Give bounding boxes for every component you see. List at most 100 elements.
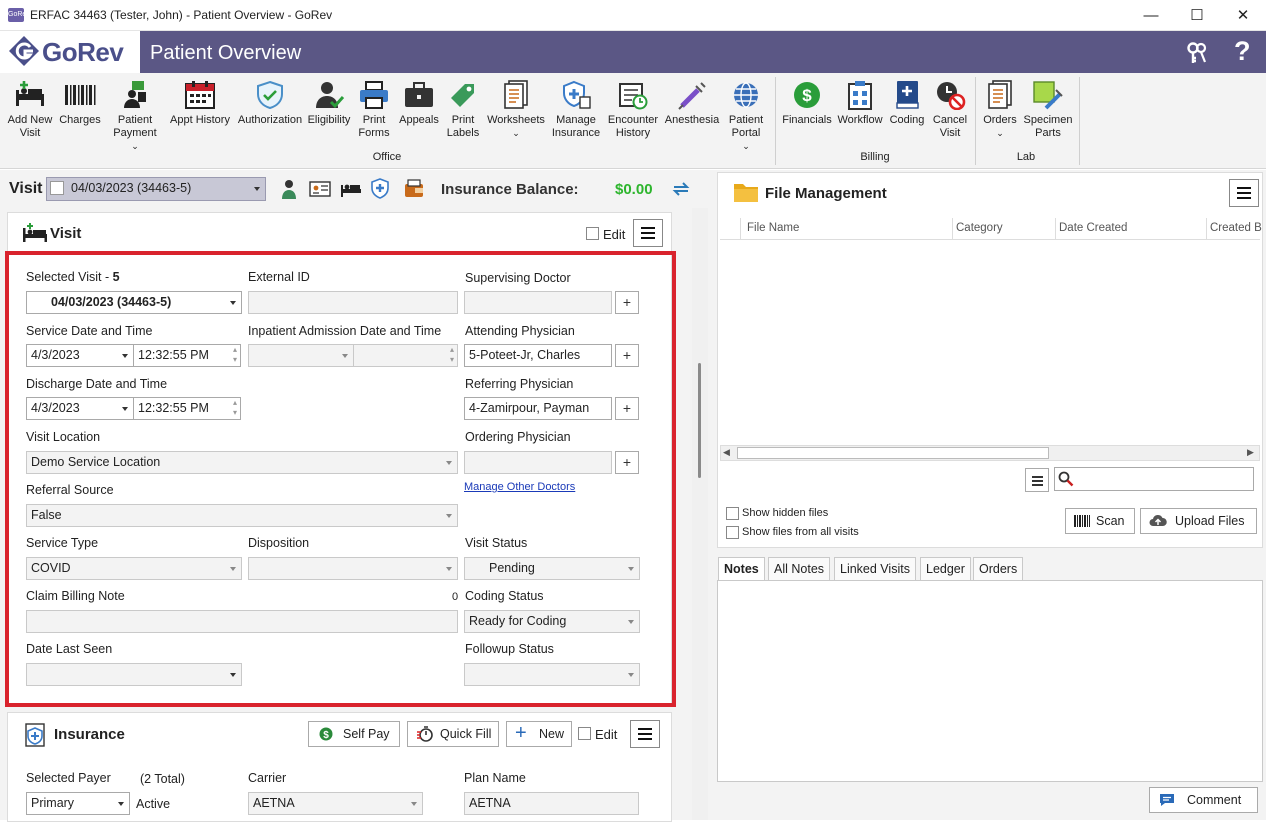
insurance-panel-title: Insurance <box>54 726 125 743</box>
tab-linked-visits[interactable]: Linked Visits <box>834 557 916 580</box>
manage-insurance-button[interactable]: Manage Insurance <box>550 77 602 140</box>
doctor-icon[interactable] <box>280 179 298 202</box>
scan-button[interactable]: Scan <box>1065 508 1135 534</box>
quick-fill-button[interactable]: Quick Fill <box>407 721 499 747</box>
column-file-name[interactable]: File Name <box>747 222 799 234</box>
service-time-field[interactable]: 12:32:55 PM <box>133 344 241 367</box>
insurance-shield-icon[interactable] <box>370 178 392 203</box>
discharge-date-select[interactable]: 4/3/2023 <box>26 397 134 420</box>
visit-menu-button[interactable] <box>633 219 663 247</box>
coding-button[interactable]: Coding <box>886 77 928 127</box>
worksheets-button[interactable]: Worksheets ⌄ <box>484 77 548 140</box>
left-scrollbar[interactable] <box>692 208 708 820</box>
close-window-button[interactable]: ✕ <box>1220 0 1266 31</box>
patient-portal-button[interactable]: Patient Portal ⌄ <box>722 77 770 153</box>
manage-other-doctors-link[interactable]: Manage Other Doctors <box>464 481 575 493</box>
add-referring-physician-button[interactable]: + <box>615 397 639 420</box>
column-category[interactable]: Category <box>956 222 1003 234</box>
inpatient-date-select[interactable] <box>248 344 354 367</box>
date-last-seen-select[interactable] <box>26 663 242 686</box>
insurance-menu-button[interactable] <box>630 720 660 748</box>
financials-button[interactable]: $ Financials <box>780 77 834 127</box>
upload-files-button[interactable]: Upload Files <box>1140 508 1257 534</box>
tab-all-notes[interactable]: All Notes <box>768 557 831 580</box>
add-visit-icon <box>16 81 44 106</box>
visit-edit-checkbox[interactable] <box>586 227 599 240</box>
scroll-left-arrow[interactable]: ◀ <box>723 447 730 458</box>
add-new-visit-button[interactable]: Add New Visit <box>4 77 56 140</box>
new-insurance-button[interactable]: + New <box>506 721 572 747</box>
visit-status-select[interactable]: Pending <box>464 557 640 580</box>
keys-icon[interactable] <box>1184 40 1210 69</box>
minimize-button[interactable]: — <box>1128 0 1174 31</box>
inpatient-time-field[interactable] <box>353 344 458 367</box>
appeals-button[interactable]: Appeals <box>396 77 442 127</box>
ordering-physician-field[interactable] <box>464 451 612 474</box>
specimen-parts-button[interactable]: Specimen Parts <box>1022 77 1074 140</box>
logo-text: GoRev <box>42 37 124 67</box>
plan-name-field[interactable]: AETNA <box>464 792 639 815</box>
authorization-button[interactable]: Authorization <box>236 77 304 127</box>
anesthesia-button[interactable]: Anesthesia <box>664 77 720 127</box>
cancel-visit-button[interactable]: Cancel Visit <box>930 77 970 140</box>
workflow-button[interactable]: Workflow <box>836 77 884 127</box>
carrier-select[interactable]: AETNA <box>248 792 423 815</box>
attending-physician-field[interactable]: 5-Poteet-Jr, Charles <box>464 344 612 367</box>
left-scrollbar-thumb[interactable] <box>698 363 701 478</box>
comment-button[interactable]: Comment <box>1149 787 1258 813</box>
service-date-select[interactable]: 4/3/2023 <box>26 344 134 367</box>
show-hidden-files-checkbox[interactable] <box>726 507 739 520</box>
coding-status-select[interactable]: Ready for Coding <box>464 610 640 633</box>
insurance-edit-checkbox[interactable] <box>578 727 591 740</box>
referring-physician-field[interactable]: 4-Zamirpour, Payman <box>464 397 612 420</box>
tab-ledger[interactable]: Ledger <box>920 557 971 580</box>
tab-orders[interactable]: Orders <box>973 557 1024 580</box>
help-icon[interactable]: ? <box>1234 36 1251 67</box>
column-created-by[interactable]: Created B <box>1210 222 1262 234</box>
bed-icon[interactable] <box>340 179 362 202</box>
disposition-select[interactable] <box>248 557 458 580</box>
add-ordering-physician-button[interactable]: + <box>615 451 639 474</box>
file-list-hscrollbar[interactable]: ◀ ▶ <box>720 445 1260 461</box>
print-forms-button[interactable]: Print Forms <box>354 77 394 140</box>
show-all-visits-checkbox[interactable] <box>726 526 739 539</box>
id-card-icon[interactable] <box>309 179 331 202</box>
orders-button[interactable]: Orders ⌄ <box>980 77 1020 140</box>
maximize-button[interactable]: ☐ <box>1174 0 1220 31</box>
external-id-label: External ID <box>248 270 310 284</box>
self-pay-button[interactable]: $ Self Pay <box>308 721 400 747</box>
charges-button[interactable]: Charges <box>58 77 102 127</box>
external-id-field[interactable] <box>248 291 458 314</box>
payer-select[interactable]: Primary <box>26 792 130 815</box>
file-search-input[interactable] <box>1054 467 1254 491</box>
followup-status-select[interactable] <box>464 663 640 686</box>
appt-history-button[interactable]: Appt History <box>168 77 232 127</box>
add-attending-physician-button[interactable]: + <box>615 344 639 367</box>
selected-visit-select[interactable]: 04/03/2023 (34463-5) <box>26 291 242 314</box>
notes-content <box>717 580 1263 782</box>
tab-notes[interactable]: Notes <box>718 557 765 580</box>
comment-icon <box>1160 794 1174 806</box>
hscroll-thumb[interactable] <box>737 447 1049 459</box>
worksheets-icon <box>504 80 528 109</box>
encounter-history-button[interactable]: Encounter History <box>604 77 662 140</box>
visit-select[interactable]: 04/03/2023 (34463-5) <box>46 177 266 201</box>
add-supervising-doctor-button[interactable]: + <box>615 291 639 314</box>
service-type-select[interactable]: COVID <box>26 557 242 580</box>
refresh-icon[interactable] <box>670 179 692 202</box>
patient-payment-button[interactable]: Patient Payment ⌄ <box>104 77 166 153</box>
claim-billing-note-field[interactable] <box>26 610 458 633</box>
file-menu-button[interactable] <box>1229 179 1259 207</box>
cancel-visit-icon <box>937 82 966 110</box>
discharge-time-field[interactable]: 12:32:55 PM <box>133 397 241 420</box>
visit-location-select[interactable]: Demo Service Location <box>26 451 458 474</box>
file-list-menu-button[interactable] <box>1025 468 1049 492</box>
tag-icon <box>451 84 474 107</box>
scroll-right-arrow[interactable]: ▶ <box>1247 447 1254 458</box>
supervising-doctor-field[interactable] <box>464 291 612 314</box>
print-labels-button[interactable]: Print Labels <box>444 77 482 140</box>
wallet-icon[interactable] <box>403 178 425 203</box>
eligibility-button[interactable]: Eligibility <box>306 77 352 127</box>
referral-source-select[interactable]: False <box>26 504 458 527</box>
column-date-created[interactable]: Date Created <box>1059 222 1127 234</box>
